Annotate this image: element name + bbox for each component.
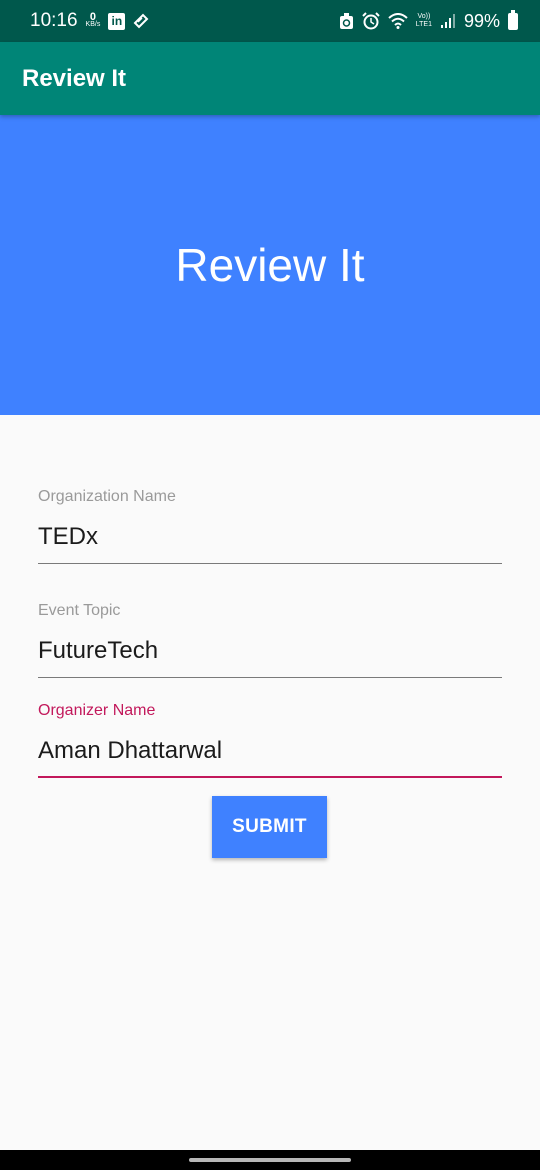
- organization-name-label: Organization Name: [38, 488, 176, 505]
- volte-icon: Vo)) LTE1: [416, 13, 432, 29]
- event-topic-field: Event Topic: [38, 602, 502, 678]
- data-speed-icon: 0 KB/s: [85, 11, 101, 29]
- data-speed-unit: KB/s: [85, 21, 101, 28]
- app-bar: Review It: [0, 42, 540, 115]
- battery-icon: [508, 9, 518, 30]
- app-title: Review It: [22, 64, 127, 92]
- wifi-icon: [388, 13, 408, 29]
- hero-banner: Review It: [0, 115, 540, 415]
- event-topic-input[interactable]: [38, 634, 502, 668]
- data-speed-value: 0: [89, 11, 96, 23]
- linkedin-icon: in: [108, 12, 126, 30]
- battery-percent: 99%: [463, 10, 500, 31]
- hero-title: Review It: [175, 239, 365, 291]
- network-top: Vo)): [417, 13, 431, 20]
- event-topic-label: Event Topic: [38, 602, 121, 619]
- event-topic-underline: [38, 677, 502, 678]
- submit-button[interactable]: SUBMIT: [212, 796, 327, 858]
- organizer-name-underline: [38, 776, 502, 778]
- status-bar: 10:16 0 KB/s in Vo)) LTE1 99%: [0, 0, 540, 42]
- signal-icon: [440, 14, 455, 28]
- organizer-name-input[interactable]: [38, 734, 502, 768]
- saver-icon: [339, 12, 353, 29]
- organization-name-input[interactable]: [38, 520, 502, 554]
- navigation-bar: [0, 1150, 540, 1170]
- diagonal-app-icon: [133, 13, 149, 29]
- alarm-icon: [362, 12, 380, 30]
- status-left: 10:16 0 KB/s in: [30, 10, 149, 32]
- review-form: Organization Name Event Topic Organizer …: [38, 488, 502, 778]
- organization-name-underline: [38, 563, 502, 564]
- status-right: Vo)) LTE1 99%: [339, 9, 518, 32]
- organizer-name-label: Organizer Name: [38, 702, 156, 719]
- network-bottom: LTE1: [415, 21, 432, 28]
- organizer-name-field: Organizer Name: [38, 702, 502, 778]
- organization-name-field: Organization Name: [38, 488, 502, 564]
- home-indicator[interactable]: [189, 1158, 351, 1162]
- status-time: 10:16: [30, 10, 78, 31]
